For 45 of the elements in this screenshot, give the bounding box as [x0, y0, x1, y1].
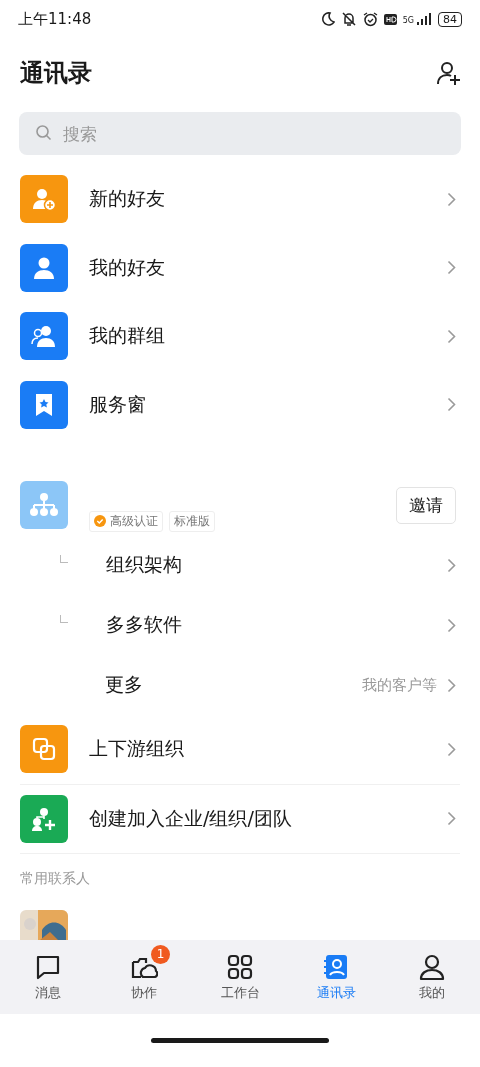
chevron-icon [447, 811, 456, 827]
tab[interactable]: 消息 [0, 940, 96, 1014]
person-icon [418, 952, 446, 981]
invite-button[interactable]: 邀请 [396, 486, 456, 524]
network-label: 5G [402, 15, 414, 25]
tag-label: 标准版 [169, 510, 215, 532]
list-item[interactable]: 组织架构 [0, 535, 480, 595]
status-time: 上午11:48 [18, 9, 92, 29]
hd-icon [383, 13, 397, 25]
search-field[interactable]: 搜索 [19, 112, 461, 155]
list-item[interactable]: 新的好友 [0, 165, 480, 234]
chevron-icon [447, 557, 456, 573]
signal-icon [416, 13, 432, 25]
tab[interactable]: 1 协作 [96, 940, 192, 1014]
alarm-clock-icon [362, 11, 378, 27]
list-item[interactable]: 更多 我的客户等 [0, 655, 480, 715]
section-heading: 常用联系人 [19, 869, 91, 888]
page-title: 通讯录 [20, 58, 92, 89]
verified-tag: 高级认证 [89, 510, 163, 532]
chevron-icon [447, 741, 456, 757]
chevron-icon [447, 677, 456, 693]
contact-book-icon [322, 952, 350, 981]
list-item[interactable]: 创建加入企业/组织/团队 [0, 784, 480, 853]
chevron-icon [447, 260, 456, 276]
tab[interactable]: 我的 [384, 940, 480, 1014]
muted-bell-icon [340, 12, 357, 26]
tab[interactable]: 通讯录 [288, 940, 384, 1014]
list-item[interactable]: 多多软件 [0, 595, 480, 655]
grid-icon [226, 952, 254, 981]
list-item[interactable]: 我的好友 [0, 233, 480, 302]
count-badge: 1 [151, 944, 170, 964]
moon-icon [320, 12, 335, 26]
list-item[interactable]: 我的群组 [0, 302, 480, 371]
list-item[interactable]: 上下游组织 [0, 715, 480, 784]
org-icon [20, 481, 68, 529]
chevron-icon [447, 328, 456, 344]
search-icon [35, 124, 53, 142]
tab[interactable]: 工作台 [192, 940, 288, 1014]
list-item[interactable]: 服务窗 [0, 370, 480, 439]
chevron-icon [447, 397, 456, 413]
battery-indicator: 84 [438, 11, 462, 27]
add-contact-button[interactable] [436, 60, 462, 86]
chevron-icon [447, 617, 456, 633]
hint-text: 我的客户等 [362, 675, 437, 695]
chevron-icon [447, 191, 456, 207]
